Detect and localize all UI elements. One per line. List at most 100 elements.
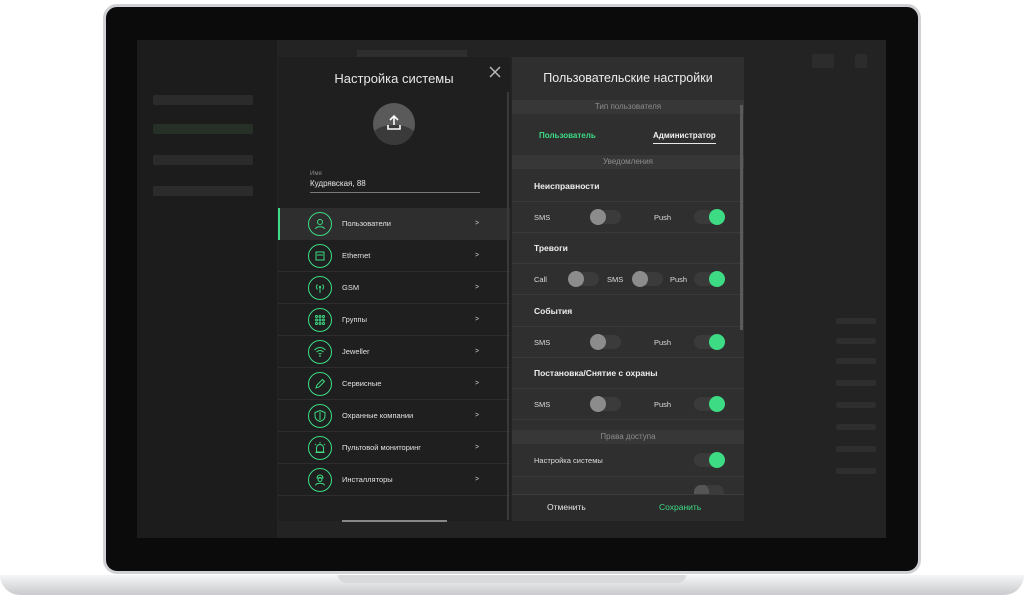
pencil-icon: [308, 372, 332, 396]
chevron-right-icon: >: [475, 252, 480, 259]
next-access-toggle[interactable]: [694, 485, 724, 494]
ethernet-icon: [308, 244, 332, 268]
chevron-right-icon: >: [475, 444, 480, 451]
chevron-right-icon: >: [475, 316, 480, 323]
sms-label: SMS: [534, 400, 551, 409]
tab-admin[interactable]: Администратор: [653, 131, 716, 144]
name-field[interactable]: Кудрявская, 88: [310, 179, 480, 193]
faults-push-toggle[interactable]: [694, 209, 725, 225]
close-icon[interactable]: [488, 65, 502, 79]
group-title-alarms: Тревоги: [534, 243, 568, 253]
group-title-arming: Постановка/Снятие с охраны: [534, 368, 658, 378]
cancel-button[interactable]: Отменить: [547, 502, 586, 512]
user-icon: [308, 212, 332, 236]
menu-item-label: GSM: [342, 283, 360, 292]
faults-options-row: SMS Push: [512, 201, 744, 233]
background-row: [836, 380, 876, 386]
menu-item-label: Jeweller: [342, 347, 370, 356]
background-row: [836, 468, 876, 474]
menu-item-ethernet[interactable]: Ethernet >: [278, 240, 510, 272]
home-indicator: [342, 520, 447, 522]
alarms-push-toggle[interactable]: [694, 271, 725, 287]
group-title-events: События: [534, 306, 573, 316]
chevron-right-icon: >: [475, 380, 480, 387]
background-row: [836, 318, 876, 324]
background-nav-item: [153, 186, 253, 196]
wifi-icon: [308, 340, 332, 364]
push-label: Push: [654, 400, 672, 409]
menu-item-installers[interactable]: Инсталляторы >: [278, 464, 510, 496]
events-sms-toggle[interactable]: [590, 334, 621, 350]
background-row: [836, 338, 876, 344]
right-scrollbar[interactable]: [740, 105, 743, 330]
panel-title: Пользовательские настройки: [543, 71, 713, 85]
events-push-toggle[interactable]: [694, 334, 725, 350]
arming-sms-toggle[interactable]: [590, 396, 621, 412]
push-label: Push: [670, 275, 688, 284]
installer-icon: [308, 468, 332, 492]
menu-item-label: Пультовой мониторинг: [342, 443, 421, 452]
tab-user[interactable]: Пользователь: [539, 131, 596, 140]
system-settings-toggle[interactable]: [694, 452, 725, 468]
events-options-row: SMS Push: [512, 326, 744, 358]
background-row: [836, 402, 876, 408]
chevron-right-icon: >: [475, 284, 480, 291]
menu-item-label: Пользователи: [342, 219, 391, 228]
menu-item-label: Сервисные: [342, 379, 382, 388]
sms-label: SMS: [534, 338, 551, 347]
push-label: Push: [654, 338, 672, 347]
user-settings-panel: Пользовательские настройки Тип пользоват…: [512, 57, 744, 521]
section-user-type: Тип пользователя: [512, 100, 744, 114]
menu-item-groups[interactable]: Группы >: [278, 304, 510, 336]
background-nav-item: [153, 95, 253, 105]
menu-item-monitoring[interactable]: Пультовой мониторинг >: [278, 432, 510, 464]
chevron-right-icon: >: [475, 412, 480, 419]
access-system-settings-row: Настройка системы: [512, 445, 744, 477]
system-settings-label: Настройка системы: [534, 456, 603, 465]
call-label: Call: [534, 275, 547, 284]
save-button[interactable]: Сохранить: [659, 502, 701, 512]
laptop-notch: [338, 575, 686, 583]
arming-push-toggle[interactable]: [694, 396, 725, 412]
shield-icon: [308, 404, 332, 428]
faults-sms-toggle[interactable]: [590, 209, 621, 225]
chevron-right-icon: >: [475, 348, 480, 355]
section-notifications: Уведомления: [512, 155, 744, 169]
left-scrollbar[interactable]: [507, 92, 509, 520]
menu-item-jeweller[interactable]: Jeweller >: [278, 336, 510, 368]
section-access-rights: Права доступа: [512, 430, 744, 444]
laptop-mockup: Настройка системы Имя Кудрявская, 88 Пол…: [0, 0, 1024, 599]
sms-label: SMS: [534, 213, 551, 222]
group-title-faults: Неисправности: [534, 181, 600, 191]
alarms-sms-toggle[interactable]: [632, 271, 663, 287]
system-settings-panel: Настройка системы Имя Кудрявская, 88 Пол…: [278, 57, 510, 522]
menu-item-gsm[interactable]: GSM >: [278, 272, 510, 304]
sms-label: SMS: [607, 275, 624, 284]
upload-icon: [387, 114, 401, 130]
chevron-right-icon: >: [475, 220, 480, 227]
name-field-label: Имя: [310, 171, 322, 177]
background-nav-item-active: [153, 124, 253, 134]
settings-menu: Пользователи > Ethernet > GSM > Группы >…: [278, 208, 510, 496]
background-icon: [855, 54, 867, 68]
menu-item-service[interactable]: Сервисные >: [278, 368, 510, 400]
background-row: [836, 358, 876, 364]
grid-icon: [308, 308, 332, 332]
background-icon: [812, 54, 834, 68]
menu-item-users[interactable]: Пользователи >: [278, 208, 510, 240]
chevron-right-icon: >: [475, 476, 480, 483]
alarms-call-toggle[interactable]: [568, 271, 599, 287]
alarm-icon: [308, 436, 332, 460]
background-row: [836, 446, 876, 452]
avatar-upload[interactable]: [373, 103, 415, 145]
background-row: [836, 424, 876, 430]
signal-icon: [308, 276, 332, 300]
panel-title: Настройка системы: [334, 71, 454, 86]
menu-item-security-companies[interactable]: Охранные компании >: [278, 400, 510, 432]
push-label: Push: [654, 213, 672, 222]
menu-item-label: Группы: [342, 315, 367, 324]
alarms-options-row: Call SMS Push: [512, 263, 744, 295]
background-sidebar: [137, 40, 277, 538]
background-nav-item: [153, 155, 253, 165]
menu-item-label: Инсталляторы: [342, 475, 393, 484]
